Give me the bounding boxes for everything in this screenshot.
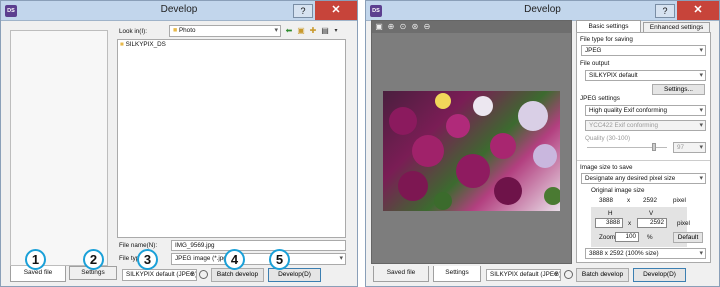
original-pixel-unit: pixel — [673, 197, 686, 204]
file-name-input[interactable]: IMG_9569.jpg — [171, 240, 346, 251]
size-mode-select[interactable]: Designate any desired pixel size — [581, 173, 706, 184]
basic-settings-panel: File type for saving JPEG File output SI… — [576, 32, 711, 263]
callout-1: 1 — [25, 249, 46, 270]
help-button[interactable]: ? — [293, 4, 313, 18]
file-output-label: File output — [580, 60, 610, 67]
zoom-fit-icon[interactable]: ⊛ — [410, 22, 420, 32]
zoom-out-icon[interactable]: ⊖ — [422, 22, 432, 32]
help-button[interactable]: ? — [655, 4, 675, 18]
side-panel — [10, 30, 108, 266]
file-type-select[interactable]: JPEG image (*.jpg) — [171, 253, 346, 265]
look-in-value: Photo — [178, 27, 196, 34]
zoom-input[interactable]: 100 — [615, 232, 639, 242]
width-input[interactable]: 3888 — [595, 218, 623, 228]
view-dropdown-icon[interactable]: ▾ — [331, 26, 341, 36]
batch-develop-button[interactable]: Batch develop — [211, 268, 264, 282]
batch-develop-button[interactable]: Batch develop — [576, 268, 629, 282]
zoom-actual-icon[interactable]: ⊙ — [398, 22, 408, 32]
jpeg-quality-mode-select[interactable]: High quality Exif conforming — [585, 105, 706, 116]
list-item[interactable]: ■ SILKYPIX_DS — [120, 41, 166, 48]
zoom-label: Zoom — [599, 234, 616, 241]
folder-name: SILKYPIX_DS — [125, 41, 166, 48]
pixel-unit: pixel — [677, 220, 690, 227]
tab-saved-file[interactable]: Saved file — [373, 266, 429, 282]
folder-icon: ■ — [173, 27, 178, 34]
ycc-select[interactable]: YCC422 Exif conforming — [585, 120, 706, 131]
quality-slider-thumb[interactable] — [652, 143, 656, 151]
preset-select[interactable]: SILKYPIX default (JPEG) — [122, 269, 197, 281]
percent-label: % — [647, 234, 653, 241]
callout-2: 2 — [83, 249, 104, 270]
back-icon[interactable]: ⬅ — [284, 26, 294, 36]
preview-image — [383, 91, 560, 211]
quality-value-select[interactable]: 97 — [673, 142, 706, 153]
develop-dialog-file: DS Develop ? ✕ Look in(I): ■ Photo ⬅ ▣ ✚… — [0, 0, 358, 287]
look-in-label: Look in(I): — [119, 28, 147, 35]
divider — [577, 160, 710, 161]
original-width: 3888 — [599, 197, 614, 204]
file-name-label: File name(N): — [119, 242, 158, 249]
callout-5: 5 — [269, 249, 290, 270]
up-folder-icon[interactable]: ▣ — [296, 26, 306, 36]
callout-3: 3 — [137, 249, 158, 270]
output-settings-button[interactable]: Settings... — [652, 84, 705, 95]
preset-settings-icon[interactable] — [564, 270, 573, 279]
v-label: V — [649, 210, 654, 217]
preview-toolbar: ▣ ⊕ ⊙ ⊛ ⊖ — [372, 21, 571, 33]
callout-4: 4 — [224, 249, 245, 270]
quality-label: Quality (30-100) — [585, 135, 631, 142]
image-size-label: Image size to save — [580, 164, 633, 171]
original-size-label: Original image size — [591, 187, 645, 194]
title-bar: DS Develop ? ✕ — [1, 1, 357, 21]
file-list[interactable]: ■ SILKYPIX_DS — [117, 39, 346, 238]
develop-button[interactable]: Develop(D) — [633, 268, 686, 282]
size-preset-select[interactable]: 3888 x 2592 (100% size) — [585, 248, 706, 259]
jpeg-settings-label: JPEG settings — [580, 95, 620, 102]
h-label: H — [608, 210, 613, 217]
tab-settings[interactable]: Settings — [433, 266, 481, 282]
file-type-saving-label: File type for saving — [580, 36, 633, 43]
original-height: 2592 — [643, 197, 658, 204]
original-x: x — [627, 197, 631, 204]
title-bar: DS Develop ? ✕ — [366, 1, 719, 21]
file-output-select[interactable]: SILKYPIX default — [585, 70, 706, 81]
size-x: x — [628, 220, 632, 227]
preview-area[interactable]: ▣ ⊕ ⊙ ⊛ ⊖ — [371, 20, 572, 264]
preset-settings-icon[interactable] — [199, 270, 208, 279]
file-toolbar: ⬅ ▣ ✚ ▤ ▾ — [284, 25, 346, 37]
new-folder-icon[interactable]: ✚ — [308, 26, 318, 36]
default-button[interactable]: Default — [673, 232, 703, 243]
develop-dialog-settings: DS Develop ? ✕ ▣ ⊕ ⊙ ⊛ ⊖ Basic settings … — [365, 0, 720, 287]
close-button[interactable]: ✕ — [315, 1, 357, 20]
preset-select[interactable]: SILKYPIX default (JPEG) — [486, 269, 561, 281]
close-button[interactable]: ✕ — [677, 1, 719, 20]
view-menu-icon[interactable]: ▤ — [320, 26, 330, 36]
height-input[interactable]: 2592 — [637, 218, 667, 228]
develop-button[interactable]: Develop(D) — [268, 268, 321, 282]
look-in-select[interactable]: ■ Photo — [169, 25, 281, 37]
zoom-in-icon[interactable]: ⊕ — [386, 22, 396, 32]
folder-icon: ■ — [120, 41, 124, 48]
file-type-saving-select[interactable]: JPEG — [581, 45, 706, 56]
fit-view-icon[interactable]: ▣ — [374, 22, 384, 32]
pansy-flowers-photo — [389, 93, 560, 210]
